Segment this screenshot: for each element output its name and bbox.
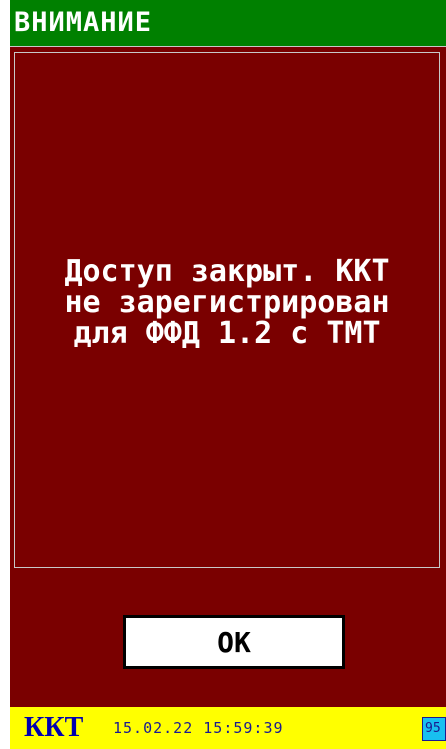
kkt-label: ККТ xyxy=(24,712,84,743)
app-window: ВНИМАНИЕ Доступ закрыт. ККТ не зарегистр… xyxy=(0,0,446,749)
left-edge xyxy=(0,0,10,749)
status-bar: ККТ 15.02.22 15:59:39 95 xyxy=(10,707,446,749)
dialog-title: ВНИМАНИЕ xyxy=(14,7,153,38)
message-panel: Доступ закрыт. ККТ не зарегистрирован дл… xyxy=(14,52,440,568)
title-bar: ВНИМАНИЕ xyxy=(10,0,446,47)
ok-button[interactable]: OK xyxy=(123,615,345,669)
status-badge: 95 xyxy=(422,717,446,741)
status-datetime: 15.02.22 15:59:39 xyxy=(113,719,284,737)
warning-message: Доступ закрыт. ККТ не зарегистрирован дл… xyxy=(64,253,390,351)
